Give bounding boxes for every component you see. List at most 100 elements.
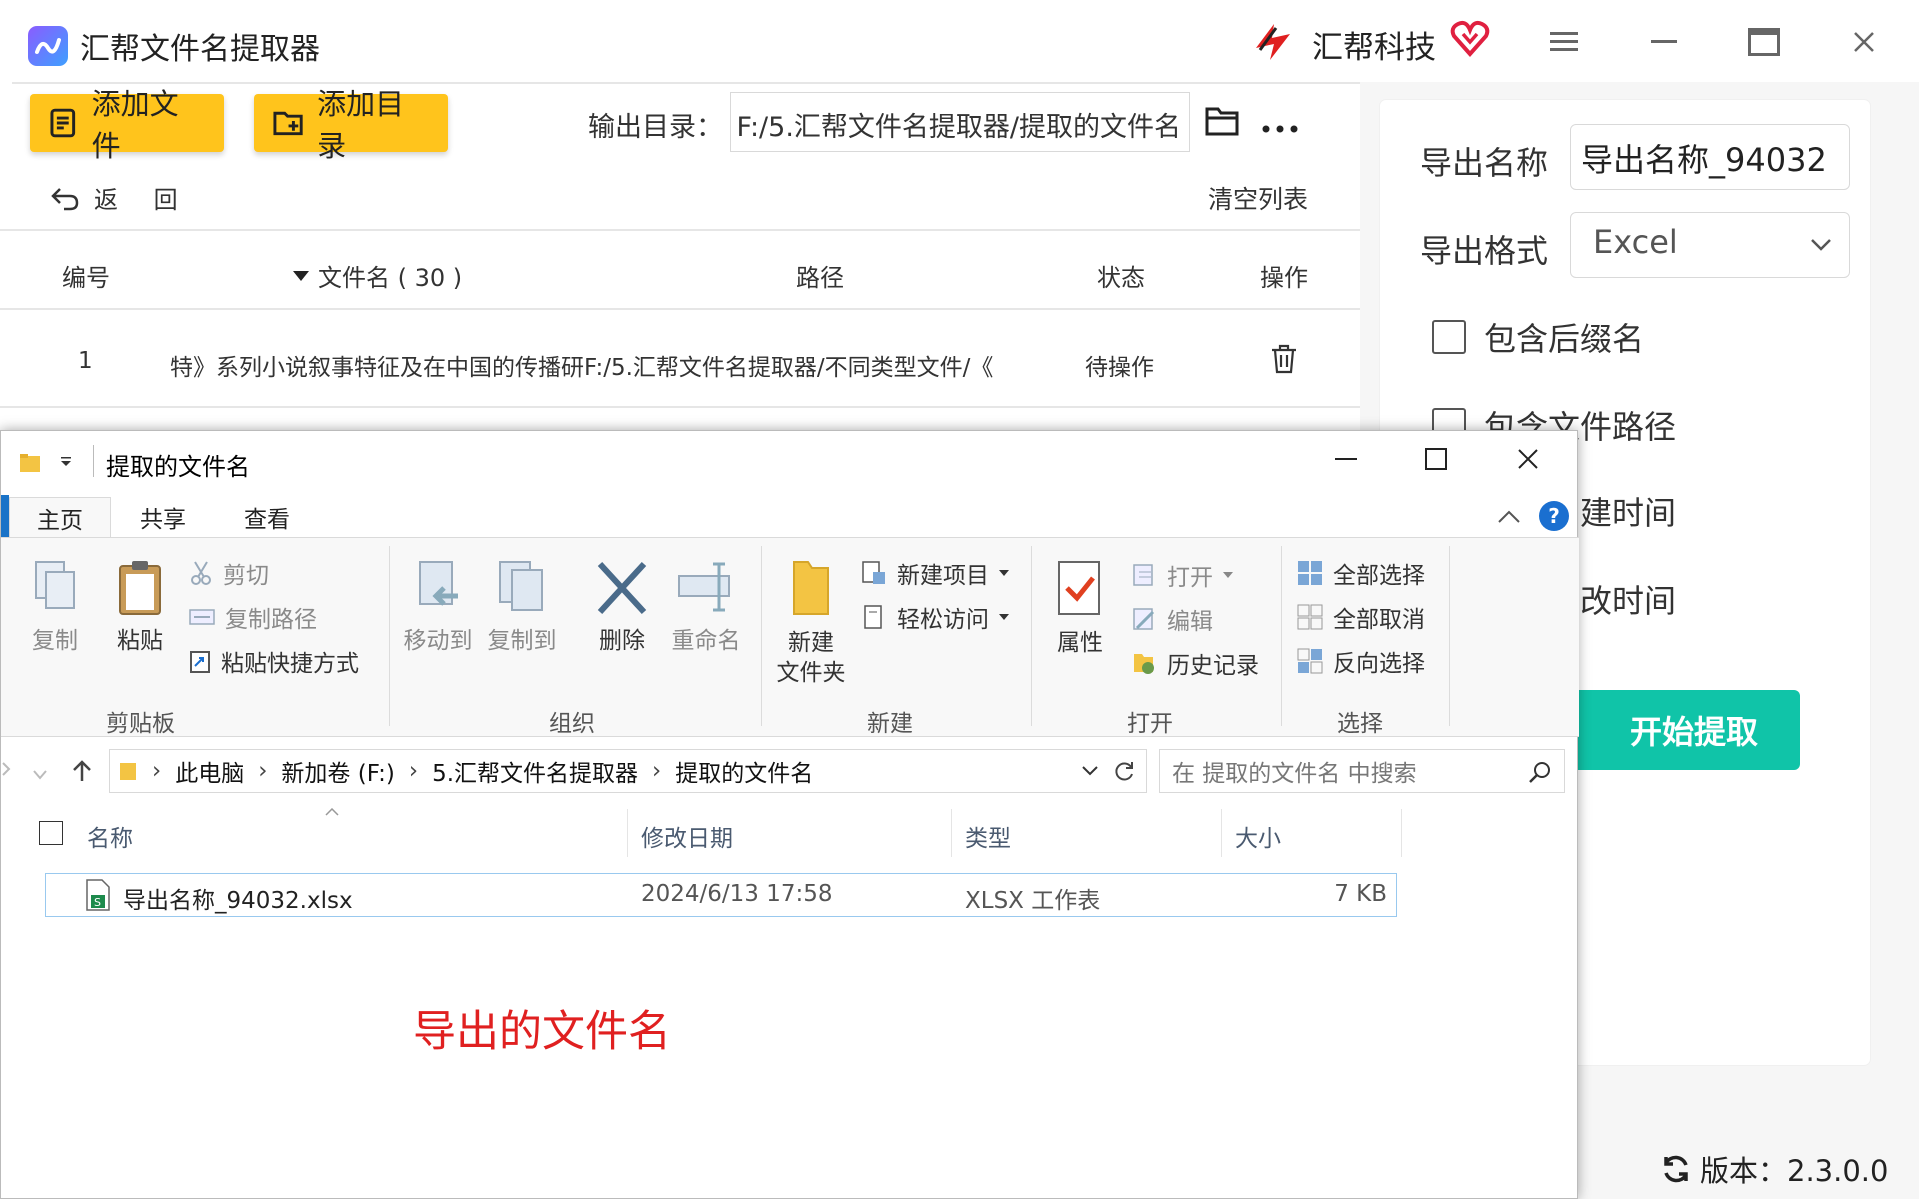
- column-divider[interactable]: [1221, 809, 1222, 857]
- brand-logo-icon: [1250, 18, 1296, 64]
- col-filename-header[interactable]: 文件名 ( 30 ): [292, 258, 462, 293]
- option-create-time[interactable]: 建时间: [1580, 488, 1676, 534]
- option-modify-time[interactable]: 改时间: [1580, 576, 1676, 622]
- more-options-icon[interactable]: [1262, 118, 1298, 137]
- rename-button[interactable]: 重命名: [665, 558, 747, 656]
- column-divider[interactable]: [1401, 809, 1402, 857]
- paste-shortcut-button[interactable]: 粘贴快捷方式: [189, 644, 359, 678]
- edit-button[interactable]: 编辑: [1131, 602, 1213, 636]
- explorer-maximize-icon[interactable]: [1411, 439, 1461, 479]
- open-button[interactable]: 打开: [1131, 558, 1233, 592]
- select-all-checkbox[interactable]: [39, 821, 63, 845]
- refresh-icon[interactable]: [1660, 1153, 1692, 1185]
- file-tab-edge[interactable]: [1, 495, 9, 539]
- properties-button[interactable]: 属性: [1045, 558, 1115, 658]
- select-none-button[interactable]: 全部取消: [1297, 600, 1425, 634]
- add-folder-button[interactable]: 添加目录: [254, 87, 448, 163]
- address-bar[interactable]: › 此电脑 › 新加卷 (F:) › 5.汇帮文件名提取器 › 提取的文件名: [109, 749, 1147, 793]
- close-icon[interactable]: [1840, 20, 1888, 64]
- app-titlebar: 汇帮文件名提取器 汇帮科技: [0, 0, 1919, 82]
- checkbox[interactable]: [1432, 320, 1466, 354]
- explorer-close-icon[interactable]: [1503, 439, 1553, 479]
- properties-check-icon: [1058, 561, 1100, 615]
- explorer-window: 提取的文件名 主页 共享 查看 ? 复制 粘贴 剪切 复制路径 粘贴快捷方式 剪: [0, 430, 1579, 1199]
- select-none-icon: [1297, 604, 1323, 630]
- sort-down-icon: [293, 270, 309, 281]
- new-item-button[interactable]: 新建项目: [861, 556, 1009, 590]
- tab-share[interactable]: 共享: [113, 497, 213, 537]
- col-modified-header[interactable]: 修改日期: [641, 819, 733, 853]
- delete-button[interactable]: 删除: [587, 558, 657, 656]
- scissors-icon: [191, 561, 211, 585]
- folder-open-icon[interactable]: [1204, 104, 1242, 142]
- move-to-icon: [419, 561, 458, 606]
- output-dir-input[interactable]: F:/5.汇帮文件名提取器/提取的文件名: [730, 92, 1190, 152]
- chevron-down-icon: [1811, 239, 1831, 251]
- new-folder-button[interactable]: 新建 文件夹: [771, 558, 851, 688]
- address-dropdown-icon[interactable]: [1082, 766, 1098, 776]
- move-to-button[interactable]: 移动到: [399, 558, 477, 656]
- column-divider[interactable]: [951, 809, 952, 857]
- recent-dropdown-icon[interactable]: [33, 765, 47, 784]
- option-include-ext[interactable]: 包含后缀名: [1432, 314, 1644, 360]
- group-clipboard: 剪贴板: [106, 711, 175, 737]
- breadcrumb-app-folder[interactable]: 5.汇帮文件名提取器: [432, 754, 638, 788]
- breadcrumb-sep-icon: ›: [258, 758, 268, 784]
- delete-row-icon[interactable]: [1270, 344, 1298, 378]
- col-name-header[interactable]: 名称: [87, 819, 133, 853]
- export-name-input[interactable]: 导出名称_94032: [1570, 124, 1850, 190]
- copy-to-icon: [499, 561, 543, 611]
- cut-button[interactable]: 剪切: [189, 556, 269, 590]
- up-arrow-icon[interactable]: [71, 759, 93, 787]
- delete-x-icon: [597, 561, 647, 615]
- column-divider[interactable]: [627, 809, 628, 857]
- col-action-header: 操作: [1260, 264, 1308, 292]
- col-status-header: 状态: [1097, 264, 1145, 292]
- ribbon-separator: [761, 546, 762, 726]
- easy-access-button[interactable]: 轻松访问: [861, 600, 1009, 634]
- tab-view[interactable]: 查看: [217, 497, 317, 537]
- row-index: 1: [78, 348, 93, 374]
- history-button[interactable]: 历史记录: [1131, 646, 1259, 680]
- explorer-minimize-icon[interactable]: [1321, 439, 1371, 479]
- add-file-button[interactable]: 添加文件: [30, 87, 224, 163]
- paste-button[interactable]: 粘贴: [107, 558, 173, 656]
- excel-file-icon: S: [85, 879, 111, 915]
- ribbon-separator: [1031, 546, 1032, 726]
- help-icon[interactable]: ?: [1539, 501, 1569, 531]
- menu-icon[interactable]: [1540, 20, 1588, 64]
- edit-icon: [1133, 608, 1155, 630]
- dropdown-arrow-icon: [999, 570, 1009, 576]
- col-type-header[interactable]: 类型: [965, 819, 1011, 853]
- export-format-select[interactable]: Excel: [1570, 212, 1850, 278]
- start-extract-button[interactable]: 开始提取: [1540, 690, 1800, 770]
- title-divider: [12, 82, 1360, 84]
- back-button[interactable]: 返 回: [50, 180, 192, 215]
- col-size-header[interactable]: 大小: [1235, 819, 1281, 853]
- breadcrumb-current[interactable]: 提取的文件名: [675, 754, 813, 788]
- dropdown-arrow-icon: [1223, 572, 1233, 578]
- copy-button[interactable]: 复制: [25, 558, 85, 656]
- invert-selection-button[interactable]: 反向选择: [1297, 644, 1425, 678]
- collapse-ribbon-icon[interactable]: [1497, 509, 1521, 528]
- add-file-label: 添加文件: [91, 87, 179, 163]
- breadcrumb-drive[interactable]: 新加卷 (F:): [281, 754, 394, 788]
- group-organize: 组织: [549, 711, 595, 737]
- forward-chevron-icon[interactable]: [1, 761, 11, 781]
- quick-access-dropdown-icon[interactable]: [59, 455, 73, 474]
- select-all-button[interactable]: 全部选择: [1297, 556, 1425, 590]
- table-top-divider: [0, 229, 1360, 231]
- breadcrumb-this-pc[interactable]: 此电脑: [175, 754, 244, 788]
- paste-shortcut-icon: [190, 651, 210, 673]
- maximize-icon[interactable]: [1740, 20, 1788, 64]
- refresh-path-icon[interactable]: [1112, 760, 1136, 784]
- table-row[interactable]: 1 特》系列小说叙事特征及在中国的传播研F:/5.汇帮文件名提取器/不同类型文件…: [0, 310, 1360, 406]
- search-input[interactable]: 在 提取的文件名 中搜索: [1159, 749, 1565, 793]
- copy-to-button[interactable]: 复制到: [483, 558, 561, 656]
- export-name-label: 导出名称: [1420, 144, 1549, 182]
- tab-home[interactable]: 主页: [9, 497, 111, 537]
- copy-path-button[interactable]: 复制路径: [189, 600, 317, 634]
- vip-heart-icon[interactable]: [1448, 18, 1492, 58]
- clear-list-button[interactable]: 清空列表: [1208, 180, 1308, 216]
- minimize-icon[interactable]: [1640, 20, 1688, 64]
